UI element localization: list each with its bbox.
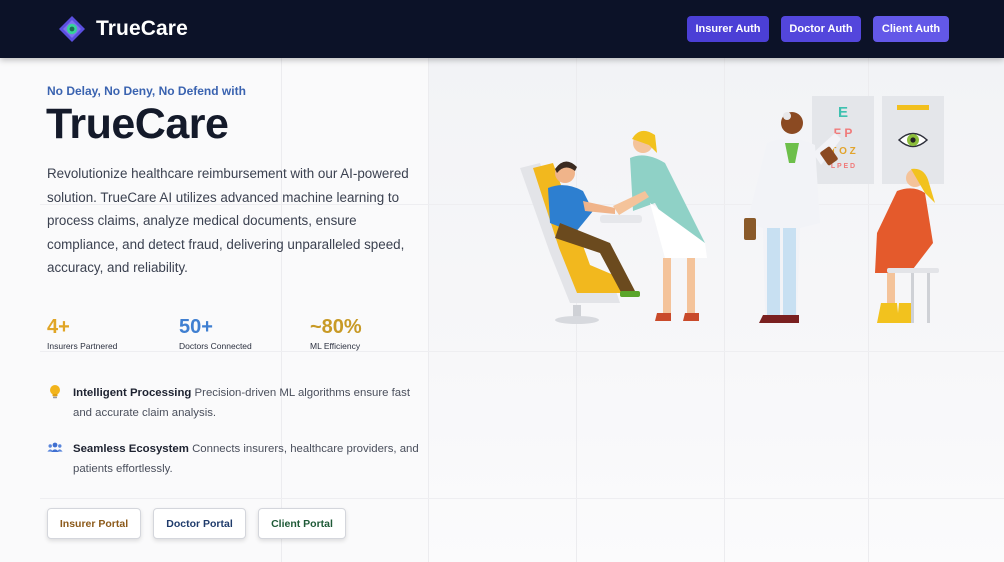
- eye-chart-row4: L P E D: [831, 163, 855, 170]
- feature-title: Intelligent Processing: [73, 387, 192, 399]
- client-portal-button[interactable]: Client Portal: [258, 508, 346, 539]
- eye-chart-row1: E: [838, 104, 848, 121]
- hero-description: Revolutionize healthcare reimbursement w…: [47, 166, 409, 276]
- doctor-figure: [744, 112, 841, 323]
- top-navbar: TrueCare Insurer Auth Doctor Auth Client…: [0, 0, 1004, 58]
- stat-insurers: 4+ Insurers Partnered: [47, 316, 117, 351]
- stat-label: Insurers Partnered: [47, 341, 118, 351]
- stat-doctors: 50+ Doctors Connected: [179, 316, 252, 351]
- woman-patient-figure: [875, 168, 939, 323]
- brand-logo[interactable]: TrueCare: [58, 15, 188, 43]
- stat-ml-efficiency: ~80% ML Efficiency: [310, 316, 362, 351]
- hero-section: No Delay, No Deny, No Defend with TrueCa…: [0, 58, 1004, 562]
- stat-value: 50+: [179, 316, 213, 338]
- brand-name: TrueCare: [96, 17, 188, 40]
- insurer-auth-button[interactable]: Insurer Auth: [687, 16, 769, 42]
- hero-tagline: No Delay, No Deny, No Defend with: [47, 84, 246, 98]
- stat-value: ~80%: [310, 316, 362, 338]
- stat-value: 4+: [47, 316, 70, 338]
- doctor-portal-button[interactable]: Doctor Portal: [153, 508, 246, 539]
- healthcare-illustration: E F P T O Z L P E D: [520, 96, 944, 324]
- insurer-portal-button[interactable]: Insurer Portal: [47, 508, 141, 539]
- lightbulb-icon: [50, 385, 60, 399]
- hero-title: TrueCare: [46, 100, 229, 148]
- client-auth-button[interactable]: Client Auth: [873, 16, 949, 42]
- users-icon: [47, 442, 63, 452]
- truecare-logo-icon: [59, 16, 85, 42]
- stat-label: Doctors Connected: [179, 341, 252, 351]
- doctor-auth-button[interactable]: Doctor Auth: [781, 16, 861, 42]
- stat-label: ML Efficiency: [310, 341, 361, 351]
- eye-chart: E F P T O Z L P E D: [812, 96, 874, 184]
- feature-title: Seamless Ecosystem: [73, 443, 189, 455]
